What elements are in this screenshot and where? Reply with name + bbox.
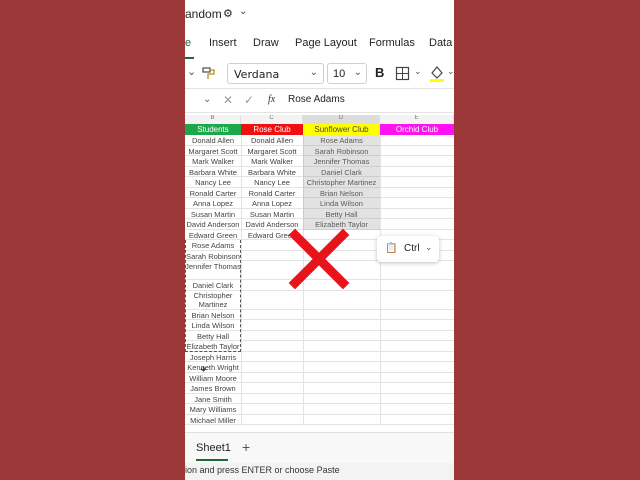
formula-input[interactable]: Rose Adams [288, 94, 345, 105]
header-orchid-club[interactable]: Orchid Club [380, 124, 454, 135]
formula-bar: ⌄ ✕ ✓ fx Rose Adams [185, 90, 454, 113]
student-cell[interactable]: Mary Williams [185, 405, 241, 414]
tab-insert[interactable]: Insert [209, 37, 237, 49]
active-sheet-indicator [196, 459, 228, 461]
rose-club-cell[interactable]: Anna Lopez [241, 199, 303, 208]
column-header-e[interactable]: E [380, 115, 454, 124]
clipboard-icon: 📋 [385, 243, 398, 254]
student-cell[interactable]: David Anderson [185, 220, 241, 229]
paste-options-button[interactable]: 📋 Ctrl ⌄ [377, 236, 439, 262]
paste-options-label: Ctrl [404, 243, 420, 254]
student-cell[interactable]: Joseph Harris [185, 353, 241, 362]
rose-club-cell[interactable]: Nancy Lee [241, 178, 303, 187]
tab-home[interactable]: e [185, 37, 191, 49]
chevron-down-icon: ⌄ [425, 242, 433, 252]
document-title[interactable]: andom [185, 7, 222, 21]
rose-club-cell[interactable]: Donald Allen [241, 136, 303, 145]
student-cell[interactable]: Barbara White [185, 168, 241, 177]
sheet-tabs-bar: Sheet1 + [185, 432, 454, 463]
font-size-value: 10 [333, 68, 346, 80]
borders-icon[interactable] [395, 66, 411, 82]
rose-club-cell[interactable]: Barbara White [241, 168, 303, 177]
student-cell[interactable]: Edward Green [185, 231, 241, 240]
header-students[interactable]: Students [185, 124, 241, 135]
excel-window: andom ⚙ ⌄ e Insert Draw Page Layout Form… [185, 0, 454, 480]
student-cell[interactable]: Susan Martin [185, 210, 241, 219]
column-header-c[interactable]: C [241, 115, 303, 124]
tab-page-layout[interactable]: Page Layout [295, 37, 357, 49]
student-cell[interactable]: Donald Allen [185, 136, 241, 145]
chevron-down-icon[interactable]: ⌄ [239, 6, 247, 17]
student-cell[interactable]: Margaret Scott [185, 147, 241, 156]
column-header-d[interactable]: D [303, 115, 380, 124]
selected-range[interactable] [303, 135, 380, 230]
red-x-mark-icon [288, 228, 350, 290]
student-cell[interactable]: Jane Smith [185, 395, 241, 404]
format-painter-icon[interactable] [201, 66, 217, 80]
student-cell[interactable]: James Brown [185, 384, 241, 393]
font-name-select[interactable]: Verdana ⌄ [227, 63, 324, 84]
table-row: James Brown [185, 383, 454, 394]
tab-data[interactable]: Data [429, 37, 452, 49]
rose-club-cell[interactable]: Ronald Carter [241, 189, 303, 198]
enter-icon[interactable]: ✓ [244, 93, 254, 107]
tab-draw[interactable]: Draw [253, 37, 279, 49]
ribbon-tabs: e Insert Draw Page Layout Formulas Data [185, 34, 454, 58]
student-cell[interactable]: William Moore [185, 374, 241, 383]
header-sunflower-club[interactable]: Sunflower Club [303, 124, 380, 135]
student-cell[interactable]: Michael Miller [185, 416, 241, 425]
cancel-icon[interactable]: ✕ [223, 93, 233, 107]
chevron-down-icon: ⌄ [309, 67, 318, 78]
table-row: Jane Smith [185, 394, 454, 404]
header-rose-club[interactable]: Rose Club [241, 124, 303, 135]
rose-club-cell[interactable]: Mark Walker [241, 157, 303, 166]
add-sheet-button[interactable]: + [242, 439, 250, 455]
chevron-down-icon: ⌄ [353, 67, 362, 78]
student-cell[interactable]: Ronald Carter [185, 189, 241, 198]
chevron-down-icon[interactable]: ⌄ [203, 94, 211, 105]
text-cursor-icon: ⌖ [200, 362, 207, 376]
table-row: Michael Miller [185, 415, 454, 425]
column-header-b[interactable]: B [185, 115, 241, 124]
status-message: ion and press ENTER or choose Paste [185, 465, 340, 475]
rose-club-cell[interactable]: Margaret Scott [241, 147, 303, 156]
autosave-icon[interactable]: ⚙ [223, 8, 235, 20]
active-tab-indicator [185, 57, 194, 59]
student-cell[interactable]: Kenneth Wright [185, 363, 241, 372]
student-cell[interactable]: Nancy Lee [185, 178, 241, 187]
student-cell[interactable]: Mark Walker [185, 157, 241, 166]
font-size-select[interactable]: 10 ⌄ [327, 63, 367, 84]
function-icon[interactable]: fx [268, 94, 275, 105]
chevron-down-icon[interactable]: ⌄ [187, 65, 196, 78]
table-row: Mary Williams [185, 404, 454, 415]
chevron-down-icon[interactable]: ⌄ [447, 66, 454, 77]
tab-formulas[interactable]: Formulas [369, 37, 415, 49]
rose-club-cell[interactable]: Susan Martin [241, 210, 303, 219]
copy-marquee [185, 240, 241, 352]
tab-sheet1[interactable]: Sheet1 [196, 442, 231, 454]
ribbon-toolbar: ⌄ Verdana ⌄ 10 ⌄ B ⌄ ⌄ [185, 60, 454, 89]
table-row: William Moore [185, 373, 454, 383]
bold-button[interactable]: B [375, 65, 384, 80]
table-row: Kenneth Wright [185, 362, 454, 373]
title-bar: andom ⚙ ⌄ [185, 0, 454, 30]
table-row: Joseph Harris [185, 352, 454, 362]
status-bar: ion and press ENTER or choose Paste [185, 463, 454, 480]
student-cell[interactable]: Anna Lopez [185, 199, 241, 208]
chevron-down-icon[interactable]: ⌄ [414, 66, 422, 77]
fill-color-icon[interactable] [429, 64, 445, 82]
font-name-value: Verdana [234, 68, 280, 81]
